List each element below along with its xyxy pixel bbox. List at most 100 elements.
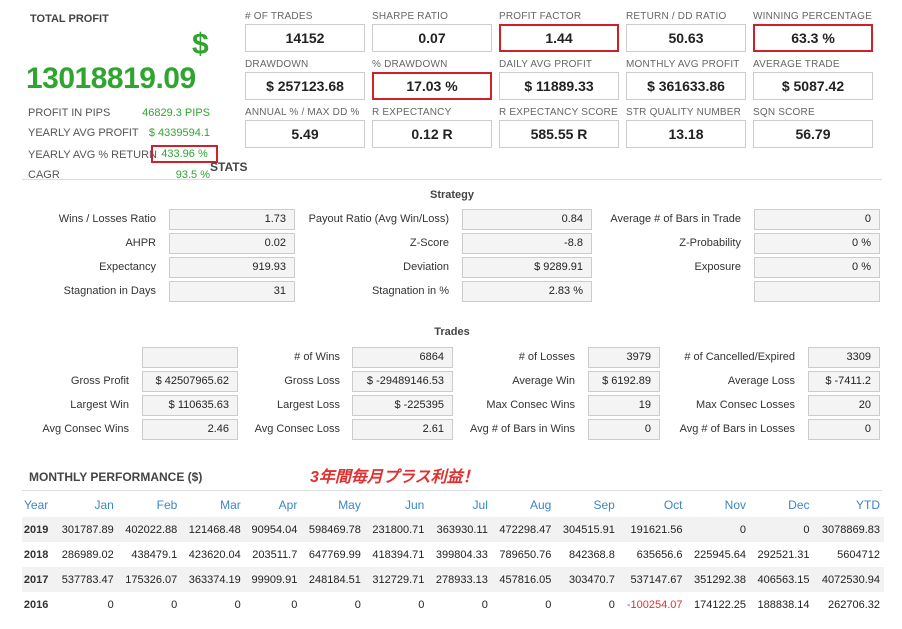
dollar-icon: $ [192, 28, 209, 61]
trades-value: $ 6192.89 [588, 371, 660, 392]
metric-value: $ 11889.33 [499, 72, 619, 100]
yearly-avg-return-label: YEARLY AVG % RETURN [28, 149, 157, 161]
month-value-cell: 191621.56 [618, 517, 687, 542]
yearly-avg-return-value: 433.96 % [151, 145, 218, 163]
strategy-value: 0 [754, 209, 880, 230]
trades-value: $ -29489146.53 [352, 371, 453, 392]
metric-value: 0.12 R [372, 120, 492, 148]
month-value-cell: 188838.14 [757, 598, 810, 611]
month-value-cell: 4072530.94 [813, 567, 884, 592]
trades-value: $ 110635.63 [142, 395, 238, 416]
month-value-cell: 0 [418, 598, 425, 611]
month-value-cell: 286989.02 [61, 548, 114, 561]
strategy-label: Exposure [694, 261, 741, 273]
trades-value: 2.61 [352, 419, 453, 440]
trades-label: # of Cancelled/Expired [684, 351, 795, 363]
strategy-label: Payout Ratio (Avg Win/Loss) [308, 213, 449, 225]
yearly-avg-profit-label: YEARLY AVG PROFIT [28, 127, 139, 139]
monthly-annotation: 3年間毎月プラス利益！ [310, 469, 479, 486]
month-value-cell: 0 [107, 598, 114, 611]
metric-label: DAILY AVG PROFIT [499, 59, 593, 70]
monthly-header-apr: Apr [278, 498, 298, 512]
monthly-header-oct: Oct [663, 498, 683, 512]
strategy-value: $ 9289.91 [462, 257, 592, 278]
month-value-cell: 0 [750, 517, 814, 542]
month-value-cell: 0 [481, 598, 488, 611]
metric-label: MONTHLY AVG PROFIT [626, 59, 740, 70]
strategy-label: Wins / Losses Ratio [58, 213, 156, 225]
metric-label: SHARPE RATIO [372, 11, 449, 22]
trades-value [142, 347, 238, 368]
profit-in-pips-label: PROFIT IN PIPS [28, 107, 111, 119]
month-value-cell: 203511.7 [252, 548, 298, 561]
table-row: 2017 537783.47 175326.07 363374.19 99909.91 2… [22, 567, 884, 592]
month-value-cell: 303470.7 [555, 567, 619, 592]
metric-value: 5.49 [245, 120, 365, 148]
metric-value: 63.3 % [753, 24, 873, 52]
month-value-cell: 174122.25 [694, 598, 747, 611]
metric-value: 13.18 [626, 120, 746, 148]
month-value-cell: 363374.19 [181, 567, 245, 592]
monthly-header-feb: Feb [156, 498, 178, 512]
strategy-label: Stagnation in % [371, 285, 449, 297]
strategy-value: 0 % [754, 233, 880, 254]
table-row: 2018 286989.02 438479.1 423620.04 203511.7 64… [22, 542, 884, 567]
month-value-cell: 457816.05 [491, 567, 556, 592]
month-value-cell: 262706.32 [828, 598, 880, 611]
metric-value: 56.79 [753, 120, 873, 148]
strategy-value: 2.83 % [462, 281, 592, 302]
stats-title: STATS [210, 160, 248, 174]
trades-title: Trades [434, 326, 470, 338]
trades-value: 19 [588, 395, 660, 416]
strategy-value: 919.93 [169, 257, 295, 278]
monthly-header-aug: Aug [530, 498, 552, 512]
trades-value: 0 [588, 419, 660, 440]
metric-value: 585.55 R [499, 120, 619, 148]
year-cell: 2019 [22, 517, 55, 542]
month-value-cell: 99909.91 [244, 567, 302, 592]
total-profit-label: TOTAL PROFIT [30, 13, 109, 25]
month-value-cell: 175326.07 [117, 567, 182, 592]
trades-value: $ -225395 [352, 395, 453, 416]
month-value-cell: 312729.71 [364, 567, 429, 592]
month-value-cell: 598469.78 [301, 517, 365, 542]
yearly-avg-profit-value: $ 4339594.1 [148, 127, 210, 139]
monthly-header-dec: Dec [788, 498, 810, 512]
monthly-header-jan: Jan [94, 498, 114, 512]
monthly-header-sep: Sep [593, 498, 615, 512]
month-value-cell: 789650.76 [499, 548, 552, 561]
trades-label: Avg # of Bars in Losses [679, 423, 795, 435]
month-value-cell: 0 [608, 598, 615, 611]
metric-label: WINNING PERCENTAGE [753, 11, 872, 22]
month-value-cell: 472298.47 [491, 517, 556, 542]
metric-value: $ 5087.42 [753, 72, 873, 100]
metric-value: 14152 [245, 24, 365, 52]
metric-label: R EXPECTANCY SCORE [499, 107, 618, 118]
metric-value: $ 361633.86 [626, 72, 746, 100]
month-value-cell: 438479.1 [131, 548, 178, 561]
trades-value: 2.46 [142, 419, 238, 440]
profit-in-pips-value: 46829.3 PIPS [142, 107, 210, 119]
month-value-cell: 363930.11 [428, 517, 492, 542]
metric-label: STR QUALITY NUMBER [626, 107, 742, 118]
trades-label: Largest Loss [277, 399, 340, 411]
total-profit-value: 13018819.09 [26, 62, 196, 95]
metric-label: ANNUAL % / MAX DD % [245, 107, 360, 118]
metric-label: % DRAWDOWN [372, 59, 448, 70]
metric-value: 1.44 [499, 24, 619, 52]
year-cell: 2016 [23, 598, 49, 611]
monthly-performance-table: Year Jan Feb Mar Apr May Jun Jul Aug Sep Oct Nov Dec… [22, 493, 884, 617]
trades-value: 3979 [588, 347, 660, 368]
trades-label: Max Consec Losses [695, 399, 795, 411]
month-value-cell: 406563.15 [750, 567, 814, 592]
month-value-cell: 304515.91 [555, 517, 619, 542]
month-value-cell: 301787.89 [54, 517, 118, 542]
strategy-label: AHPR [125, 237, 156, 249]
trades-label: Avg Consec Wins [42, 423, 129, 435]
metric-value: 0.07 [372, 24, 492, 52]
metric-label: RETURN / DD RATIO [626, 11, 727, 22]
metric-label: SQN SCORE [753, 107, 815, 118]
month-value-cell: 248184.51 [301, 567, 365, 592]
trades-value: $ -7411.2 [808, 371, 880, 392]
month-value-cell: 402022.88 [117, 517, 182, 542]
